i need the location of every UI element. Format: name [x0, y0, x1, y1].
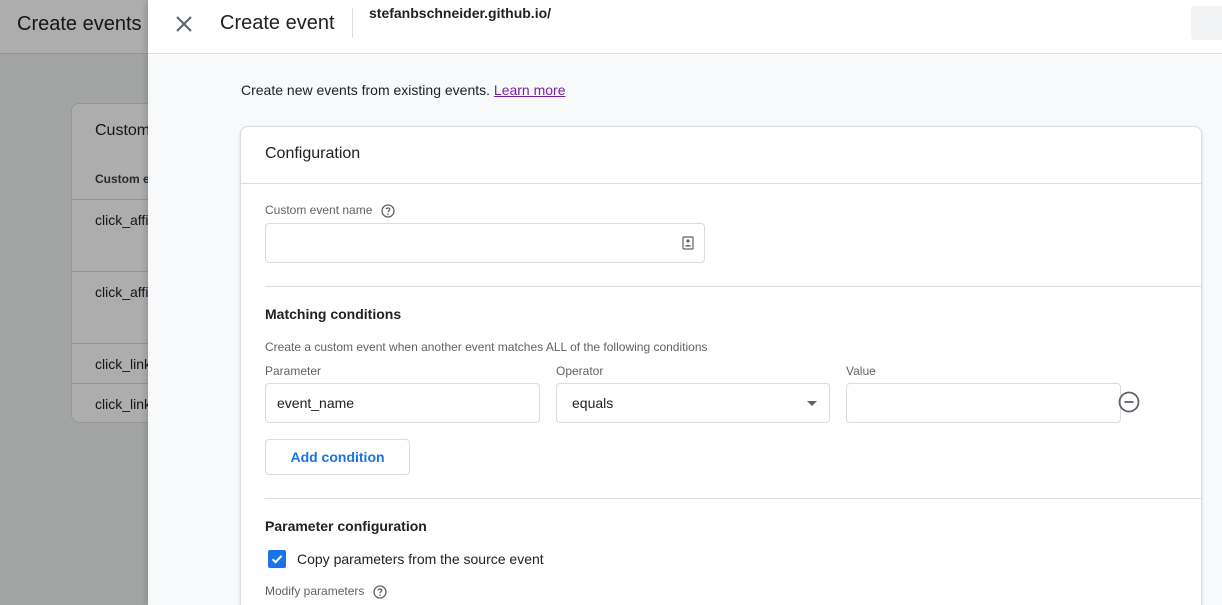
- value-input[interactable]: [846, 383, 1121, 423]
- contact-card-icon: [682, 236, 694, 253]
- intro-text: Create new events from existing events. …: [241, 82, 566, 98]
- matching-conditions-description: Create a custom event when another event…: [265, 340, 708, 354]
- panel-header: Create event stefanbschneider.github.io/: [148, 0, 1222, 54]
- panel-body: Create new events from existing events. …: [148, 55, 1222, 605]
- header-action-button[interactable]: [1191, 6, 1222, 40]
- parameter-label: Parameter: [265, 364, 322, 378]
- card-divider: [241, 183, 1201, 184]
- dropdown-caret-icon: [807, 401, 817, 406]
- header-divider: [352, 8, 353, 38]
- section-divider: [265, 498, 1201, 499]
- help-icon[interactable]: [381, 204, 395, 218]
- learn-more-link[interactable]: Learn more: [494, 82, 566, 98]
- help-circle-icon: [373, 585, 387, 599]
- close-button[interactable]: [170, 10, 198, 38]
- property-name: stefanbschneider.github.io/: [369, 5, 552, 21]
- intro-description: Create new events from existing events.: [241, 82, 491, 98]
- copy-parameters-label[interactable]: Copy parameters from the source event: [297, 551, 544, 567]
- operator-value: equals: [572, 395, 614, 411]
- parameter-configuration-title: Parameter configuration: [265, 518, 427, 534]
- panel-title: Create event: [220, 12, 335, 34]
- modify-parameters-label-text: Modify parameters: [265, 584, 365, 598]
- custom-event-name-label: Custom event name: [265, 203, 395, 218]
- check-icon: [271, 555, 283, 564]
- custom-event-name-label-text: Custom event name: [265, 203, 373, 217]
- remove-condition-button[interactable]: [1117, 390, 1141, 414]
- copy-parameters-checkbox[interactable]: [268, 550, 286, 568]
- help-circle-icon: [381, 204, 395, 218]
- section-divider: [265, 286, 1201, 287]
- operator-label: Operator: [556, 364, 604, 378]
- value-label: Value: [846, 364, 876, 378]
- operator-select[interactable]: equals: [556, 383, 830, 423]
- custom-event-name-input[interactable]: [265, 223, 705, 263]
- parameter-input[interactable]: event_name: [265, 383, 540, 423]
- remove-circle-icon: [1118, 391, 1140, 413]
- help-icon[interactable]: [373, 585, 387, 599]
- matching-conditions-title: Matching conditions: [265, 306, 402, 322]
- modify-parameters-label: Modify parameters: [265, 584, 387, 599]
- close-icon: [176, 16, 192, 32]
- create-event-panel: Create event stefanbschneider.github.io/…: [148, 0, 1222, 605]
- configuration-title: Configuration: [265, 145, 361, 162]
- add-condition-button[interactable]: Add condition: [265, 439, 410, 475]
- configuration-card: Configuration Custom event name Matching…: [240, 126, 1202, 605]
- parameter-value: event_name: [277, 395, 355, 411]
